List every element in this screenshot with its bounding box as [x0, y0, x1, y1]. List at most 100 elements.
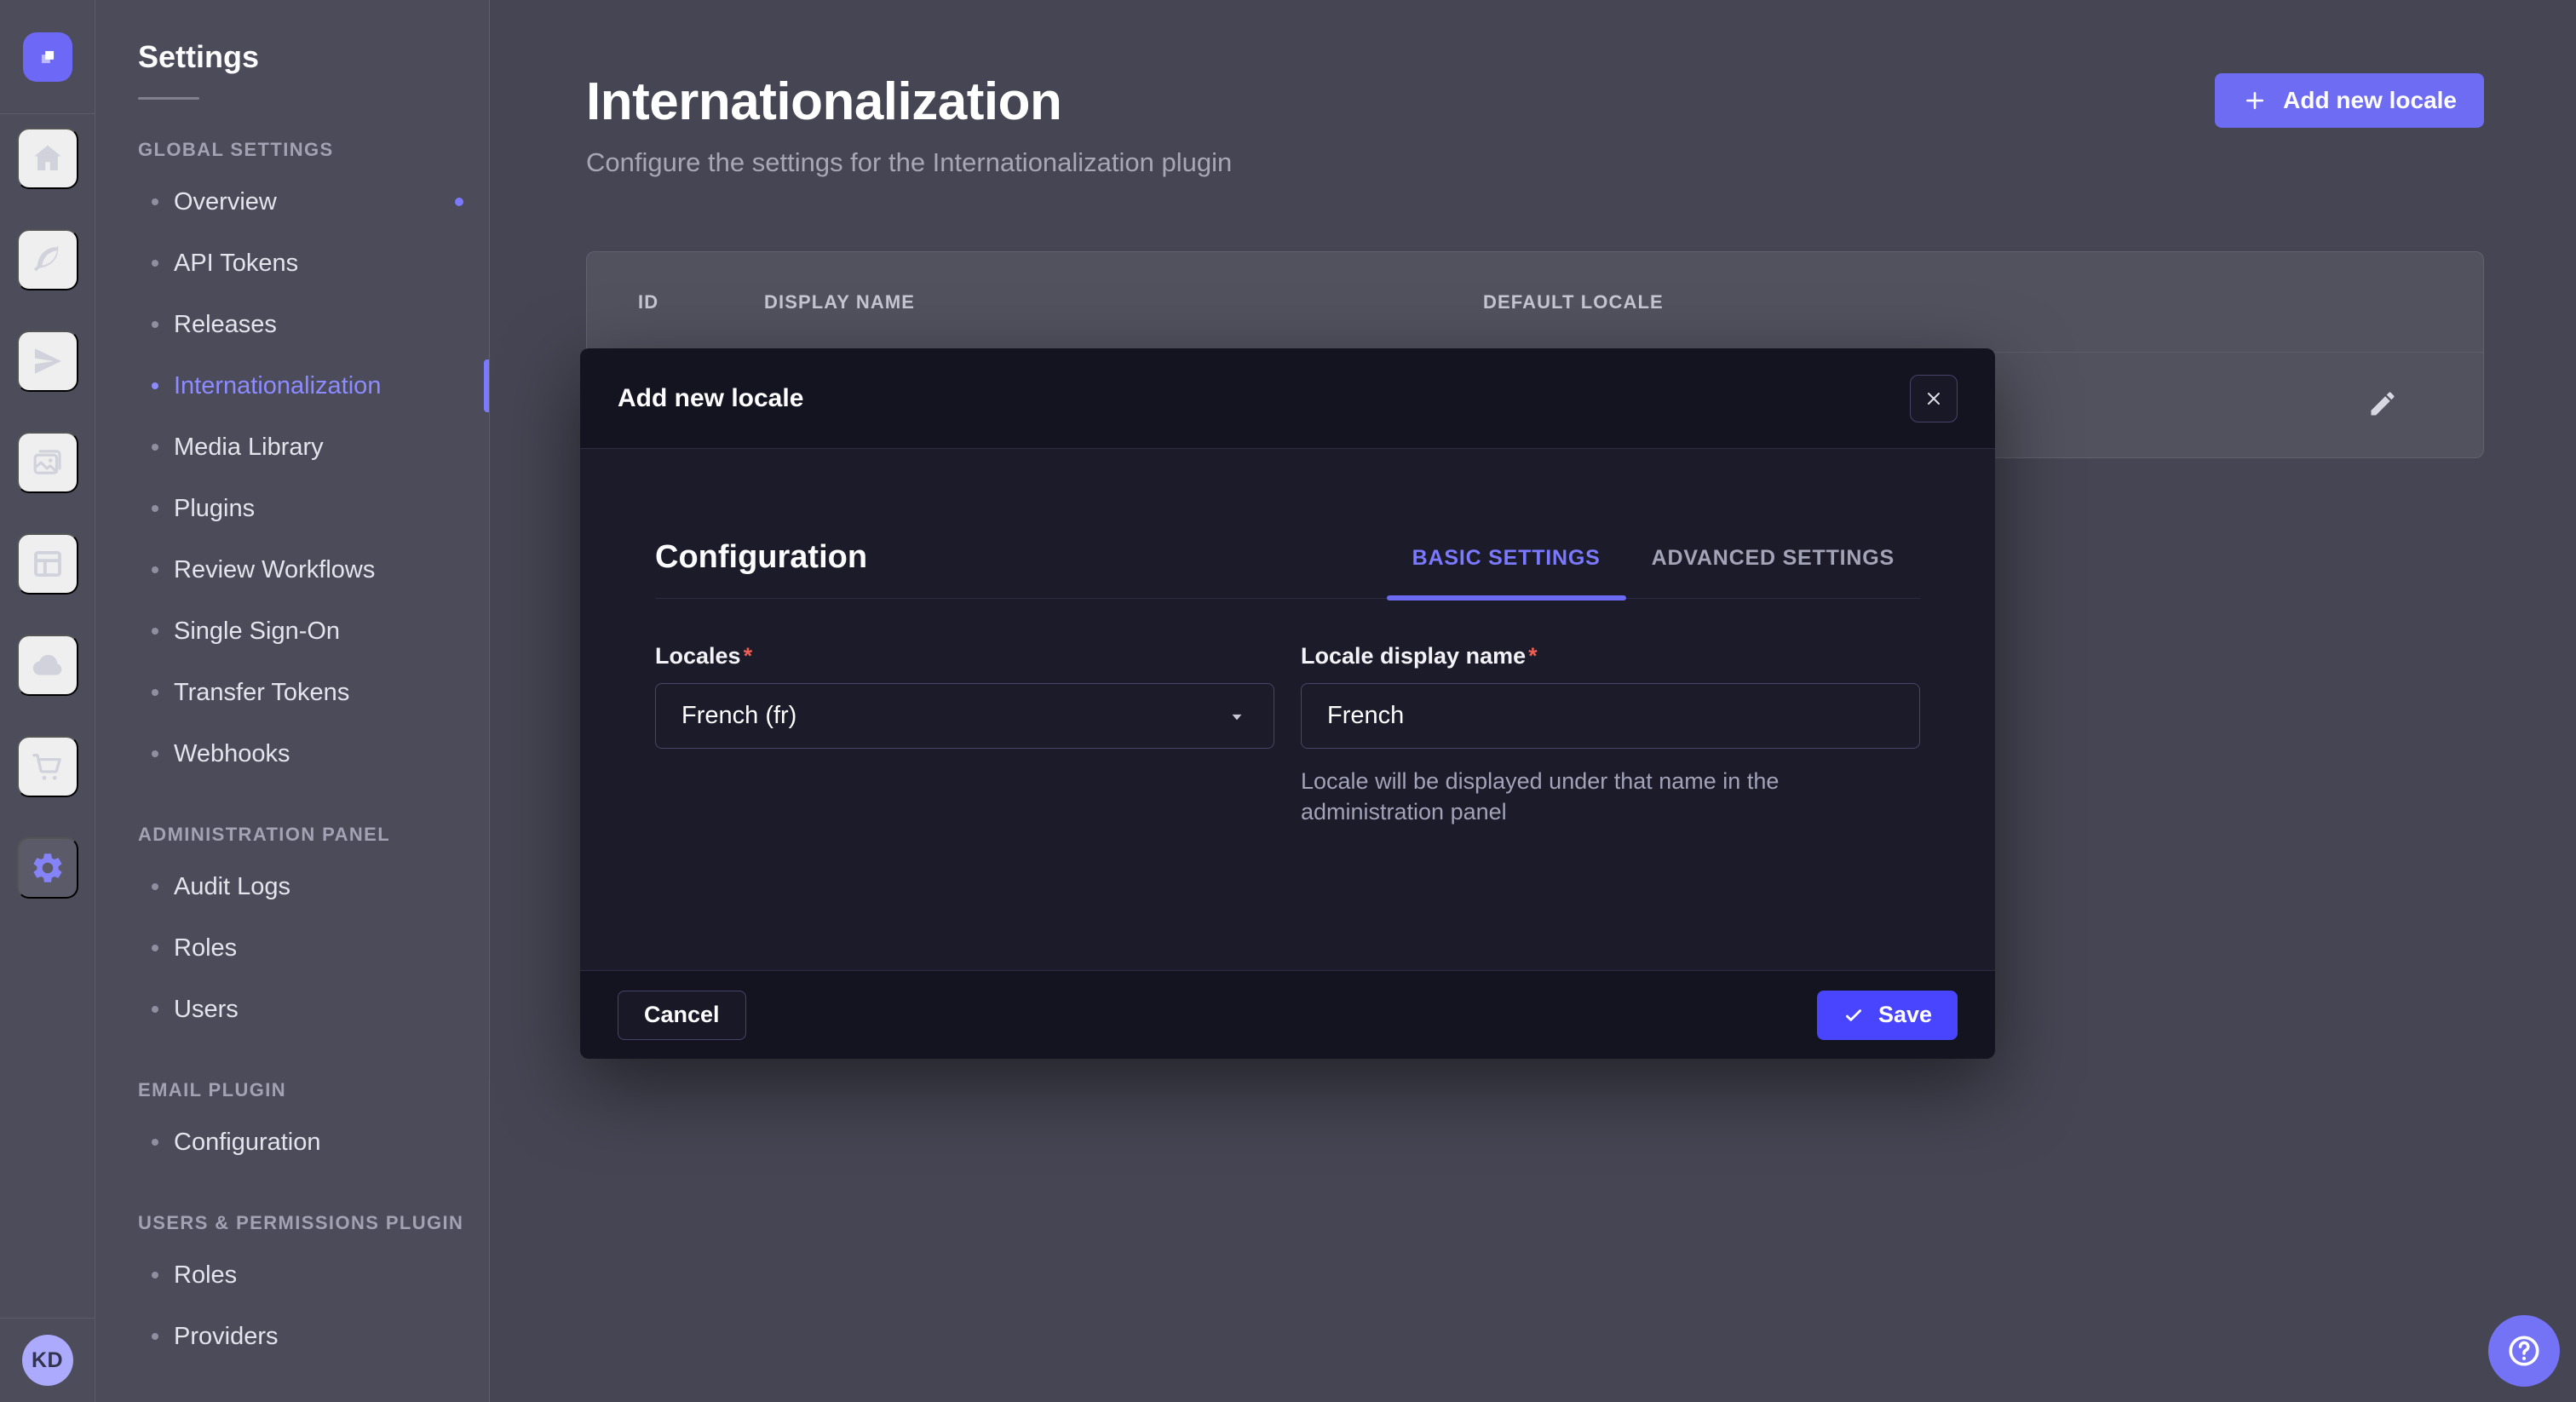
display-name-label-text: Locale display name: [1301, 643, 1526, 669]
bullet-icon: [152, 444, 158, 451]
display-name-input[interactable]: [1301, 683, 1920, 749]
add-new-locale-label: Add new locale: [2283, 87, 2457, 114]
sidebar-item-audit-logs[interactable]: Audit Logs: [95, 856, 489, 917]
add-locale-modal: Add new locale Configuration BASIC SETTI…: [580, 348, 1995, 1059]
sidebar-item-admin-users[interactable]: Users: [95, 979, 489, 1040]
cancel-button[interactable]: Cancel: [618, 991, 746, 1040]
bullet-icon: [152, 1139, 158, 1146]
settings-tabs: BASIC SETTINGS ADVANCED SETTINGS: [1387, 537, 1920, 598]
sidebar-item-up-providers[interactable]: Providers: [95, 1306, 489, 1367]
bullet-icon: [152, 1333, 158, 1340]
sidebar-item-webhooks[interactable]: Webhooks: [95, 723, 489, 784]
save-button-label: Save: [1878, 1002, 1932, 1028]
bullet-icon: [152, 689, 158, 696]
locales-field: Locales* French (fr): [655, 643, 1274, 827]
edit-locale-button[interactable]: [2367, 388, 2398, 422]
strapi-logo-mark: [33, 43, 62, 72]
sidebar-item-label: Audit Logs: [174, 873, 290, 901]
cloud-icon[interactable]: [17, 635, 78, 696]
sidebar-item-single-sign-on[interactable]: Single Sign-On: [95, 600, 489, 662]
chevron-down-icon: [1226, 705, 1248, 727]
cart-icon[interactable]: [17, 736, 78, 797]
close-icon: [1923, 388, 1944, 409]
sidebar-item-overview[interactable]: Overview: [95, 171, 489, 233]
bullet-icon: [152, 198, 158, 205]
page-header-text: Internationalization Configure the setti…: [586, 72, 1232, 178]
modal-title: Add new locale: [618, 384, 803, 413]
sidebar-item-label: Releases: [174, 311, 277, 339]
bullet-icon: [152, 260, 158, 267]
sidebar-item-label: Roles: [174, 934, 237, 962]
section-header-global-settings: GLOBAL SETTINGS: [95, 139, 489, 161]
page-subtitle: Configure the settings for the Internati…: [586, 147, 1232, 178]
strapi-logo[interactable]: [23, 32, 72, 82]
sidebar-item-label: Single Sign-On: [174, 618, 340, 646]
display-name-hint: Locale will be displayed under that name…: [1301, 766, 1920, 827]
sidebar-item-admin-roles[interactable]: Roles: [95, 917, 489, 979]
column-header-display-name: DISPLAY NAME: [764, 291, 1483, 313]
bullet-icon: [152, 505, 158, 512]
sidebar-item-transfer-tokens[interactable]: Transfer Tokens: [95, 662, 489, 723]
bullet-icon: [152, 566, 158, 573]
bullet-icon: [152, 945, 158, 951]
section-header-users-permissions-plugin: USERS & PERMISSIONS PLUGIN: [95, 1212, 489, 1234]
sidebar-item-email-configuration[interactable]: Configuration: [95, 1112, 489, 1173]
sidebar-item-releases[interactable]: Releases: [95, 294, 489, 355]
close-modal-button[interactable]: [1910, 375, 1958, 422]
sidebar-item-label: Internationalization: [174, 372, 381, 400]
table-header-row: ID DISPLAY NAME DEFAULT LOCALE: [587, 252, 2483, 353]
page-title: Internationalization: [586, 72, 1232, 132]
sidebar-item-label: Plugins: [174, 495, 255, 523]
bullet-icon: [152, 1272, 158, 1278]
tab-advanced-settings[interactable]: ADVANCED SETTINGS: [1626, 537, 1920, 598]
media-library-icon[interactable]: [17, 432, 78, 493]
modal-header: Add new locale: [580, 348, 1995, 449]
locales-select-value: French (fr): [681, 702, 796, 730]
modal-body: Configuration BASIC SETTINGS ADVANCED SE…: [580, 449, 1995, 970]
sidebar-item-up-roles[interactable]: Roles: [95, 1244, 489, 1306]
feather-icon[interactable]: [17, 229, 78, 290]
tab-basic-settings[interactable]: BASIC SETTINGS: [1387, 537, 1626, 598]
bullet-icon: [152, 1006, 158, 1013]
sidebar-item-review-workflows[interactable]: Review Workflows: [95, 539, 489, 600]
paper-plane-icon[interactable]: [17, 330, 78, 392]
sidebar-item-label: Webhooks: [174, 740, 290, 768]
locales-label-text: Locales: [655, 643, 741, 669]
rail-icon-list: [0, 114, 95, 899]
tabs-divider: [655, 598, 1920, 599]
sidebar-item-label: API Tokens: [174, 250, 298, 278]
locales-select[interactable]: French (fr): [655, 683, 1274, 749]
sidebar-item-label: Review Workflows: [174, 556, 375, 584]
sidebar-item-label: Transfer Tokens: [174, 679, 349, 707]
configuration-header: Configuration BASIC SETTINGS ADVANCED SE…: [655, 537, 1920, 598]
notification-dot: [455, 198, 463, 206]
bullet-icon: [152, 883, 158, 890]
title-divider: [138, 97, 199, 100]
check-icon: [1843, 1004, 1865, 1026]
sidebar-item-media-library[interactable]: Media Library: [95, 417, 489, 478]
required-asterisk: *: [1528, 643, 1538, 669]
gear-icon[interactable]: [17, 837, 78, 899]
workspace-logo-wrap: [0, 0, 95, 114]
avatar[interactable]: KD: [22, 1335, 73, 1386]
pencil-icon: [2367, 388, 2398, 419]
settings-sidenav: Settings GLOBAL SETTINGS Overview API To…: [95, 0, 490, 1402]
sidebar-item-api-tokens[interactable]: API Tokens: [95, 233, 489, 294]
sidebar-item-internationalization[interactable]: Internationalization: [95, 355, 489, 417]
sidebar-item-label: Providers: [174, 1323, 279, 1351]
save-button[interactable]: Save: [1817, 991, 1958, 1040]
question-icon: [2504, 1331, 2544, 1370]
bullet-icon: [152, 321, 158, 328]
required-asterisk: *: [744, 643, 753, 669]
bullet-icon: [152, 750, 158, 757]
rail-footer: KD: [0, 1318, 95, 1402]
home-icon[interactable]: [17, 128, 78, 189]
column-header-default-locale: DEFAULT LOCALE: [1483, 291, 2432, 313]
configuration-title: Configuration: [655, 539, 867, 598]
display-name-label: Locale display name*: [1301, 643, 1920, 669]
add-new-locale-button[interactable]: Add new locale: [2215, 73, 2484, 128]
icon-rail: KD: [0, 0, 95, 1402]
sidebar-item-plugins[interactable]: Plugins: [95, 478, 489, 539]
layout-icon[interactable]: [17, 533, 78, 595]
help-button[interactable]: [2488, 1315, 2560, 1387]
